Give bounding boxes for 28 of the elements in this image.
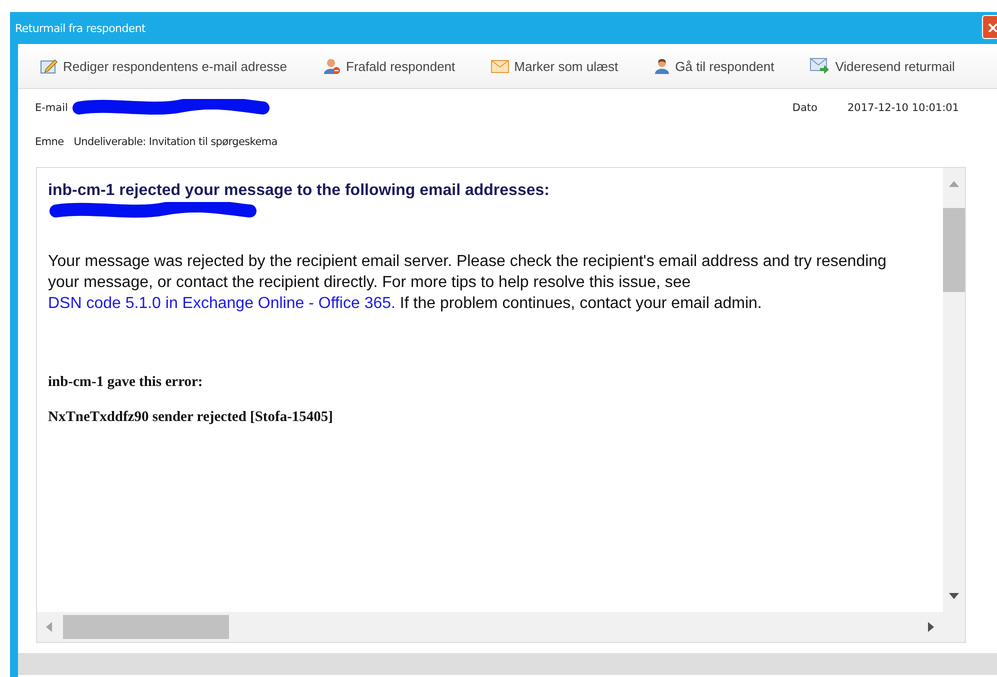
error-text: NxTneTxddfz90 sender rejected [Stofa-15405] bbox=[48, 409, 334, 426]
message-paragraph: Your message was rejected by the recipient email server. Please check the recipient's email address and try resending your message, or contact the recipient directly. For more tips to help resolve this issue, see DSN code 5.1.0 in Exchange Online - Office 365. If the problem continues, contact your email admin. bbox=[48, 252, 888, 314]
left-arrow-icon[interactable] bbox=[45, 621, 53, 633]
toolbar-button[interactable]: Videresend returmail bbox=[810, 58, 955, 74]
error-intro: inb-cm-1 gave this error: bbox=[48, 374, 204, 391]
help-link[interactable]: DSN code 5.1.0 in Exchange Online - Office 365. bbox=[48, 295, 396, 312]
field-label: E-mail bbox=[35, 102, 68, 114]
envelope-icon bbox=[491, 60, 510, 72]
close-icon bbox=[987, 22, 997, 32]
scroll-thumb[interactable] bbox=[63, 615, 229, 639]
scroll-thumb[interactable] bbox=[943, 208, 965, 292]
close-button[interactable] bbox=[982, 15, 997, 39]
field-label: Emne bbox=[35, 136, 64, 148]
right-arrow-icon[interactable] bbox=[927, 621, 935, 633]
toolbar-button[interactable]: Rediger respondentens e-mail adresse bbox=[40, 58, 288, 74]
toolbar-button[interactable]: Marker som ulæst bbox=[491, 58, 618, 74]
message-heading: inb-cm-1 rejected your message to the following email addresses: bbox=[48, 182, 550, 200]
window-title: Returmail fra respondent bbox=[14, 22, 146, 34]
date-value: 2017-12-10 10:01:01 bbox=[847, 102, 959, 114]
vertical-scrollbar[interactable] bbox=[943, 168, 965, 612]
pencil-note-icon bbox=[40, 58, 58, 74]
subject-value: Undeliverable: Invitation til spørgeskema bbox=[74, 136, 278, 148]
toolbar-button[interactable]: Frafald respondent bbox=[323, 58, 456, 74]
person-icon bbox=[654, 58, 670, 74]
horizontal-scrollbar[interactable] bbox=[37, 612, 943, 642]
field-label: Dato bbox=[792, 102, 818, 114]
person-minus-icon bbox=[323, 58, 342, 74]
toolbar-button[interactable]: Gå til respondent bbox=[654, 58, 774, 74]
